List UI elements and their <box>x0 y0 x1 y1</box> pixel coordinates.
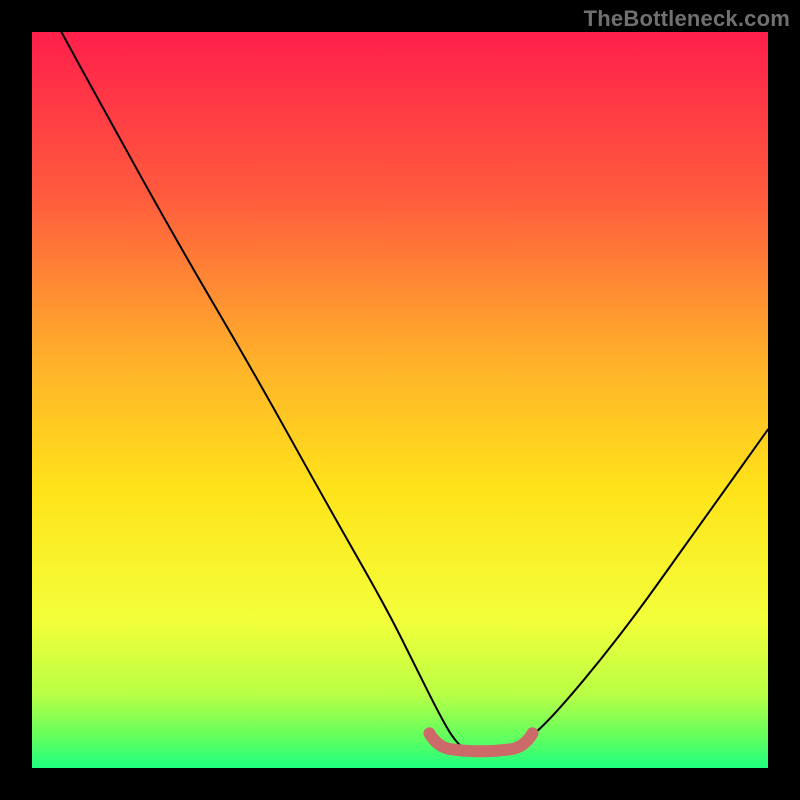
gradient-background <box>32 32 768 768</box>
chart-outer-frame: TheBottleneck.com <box>0 0 800 800</box>
chart-svg <box>32 32 768 768</box>
plot-area <box>32 32 768 768</box>
watermark-text: TheBottleneck.com <box>584 6 790 32</box>
